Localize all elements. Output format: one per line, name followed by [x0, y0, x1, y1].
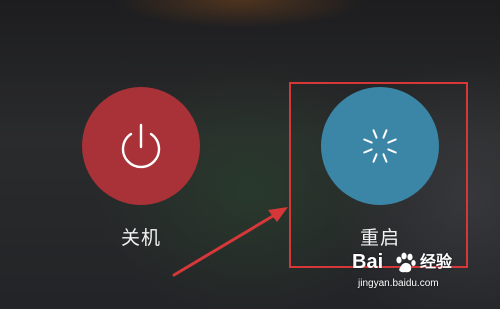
- shutdown-button[interactable]: [82, 87, 200, 205]
- paw-icon: [396, 252, 416, 273]
- shutdown-label: 关机: [120, 227, 161, 249]
- watermark-brand-right: 经验: [420, 252, 453, 271]
- baidu-jingyan-watermark: Bai 经验 jingyan.baidu.com: [352, 250, 472, 300]
- power-icon: [121, 123, 161, 169]
- watermark-brand-left: Bai: [352, 251, 384, 273]
- annotation-highlight-box: [289, 82, 468, 268]
- power-menu-screen: 关机 重启 Bai 经验 jingyan.baidu.com: [0, 0, 500, 309]
- watermark-url: jingyan.baidu.com: [358, 278, 439, 289]
- shutdown-action[interactable]: 关机: [82, 87, 202, 249]
